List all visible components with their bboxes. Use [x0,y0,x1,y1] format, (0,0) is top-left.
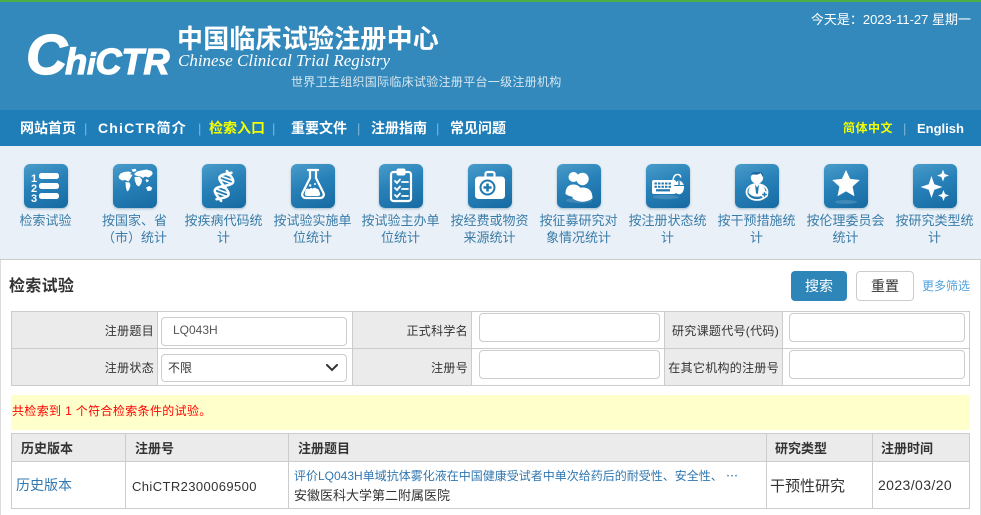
svg-text:3: 3 [31,193,37,205]
